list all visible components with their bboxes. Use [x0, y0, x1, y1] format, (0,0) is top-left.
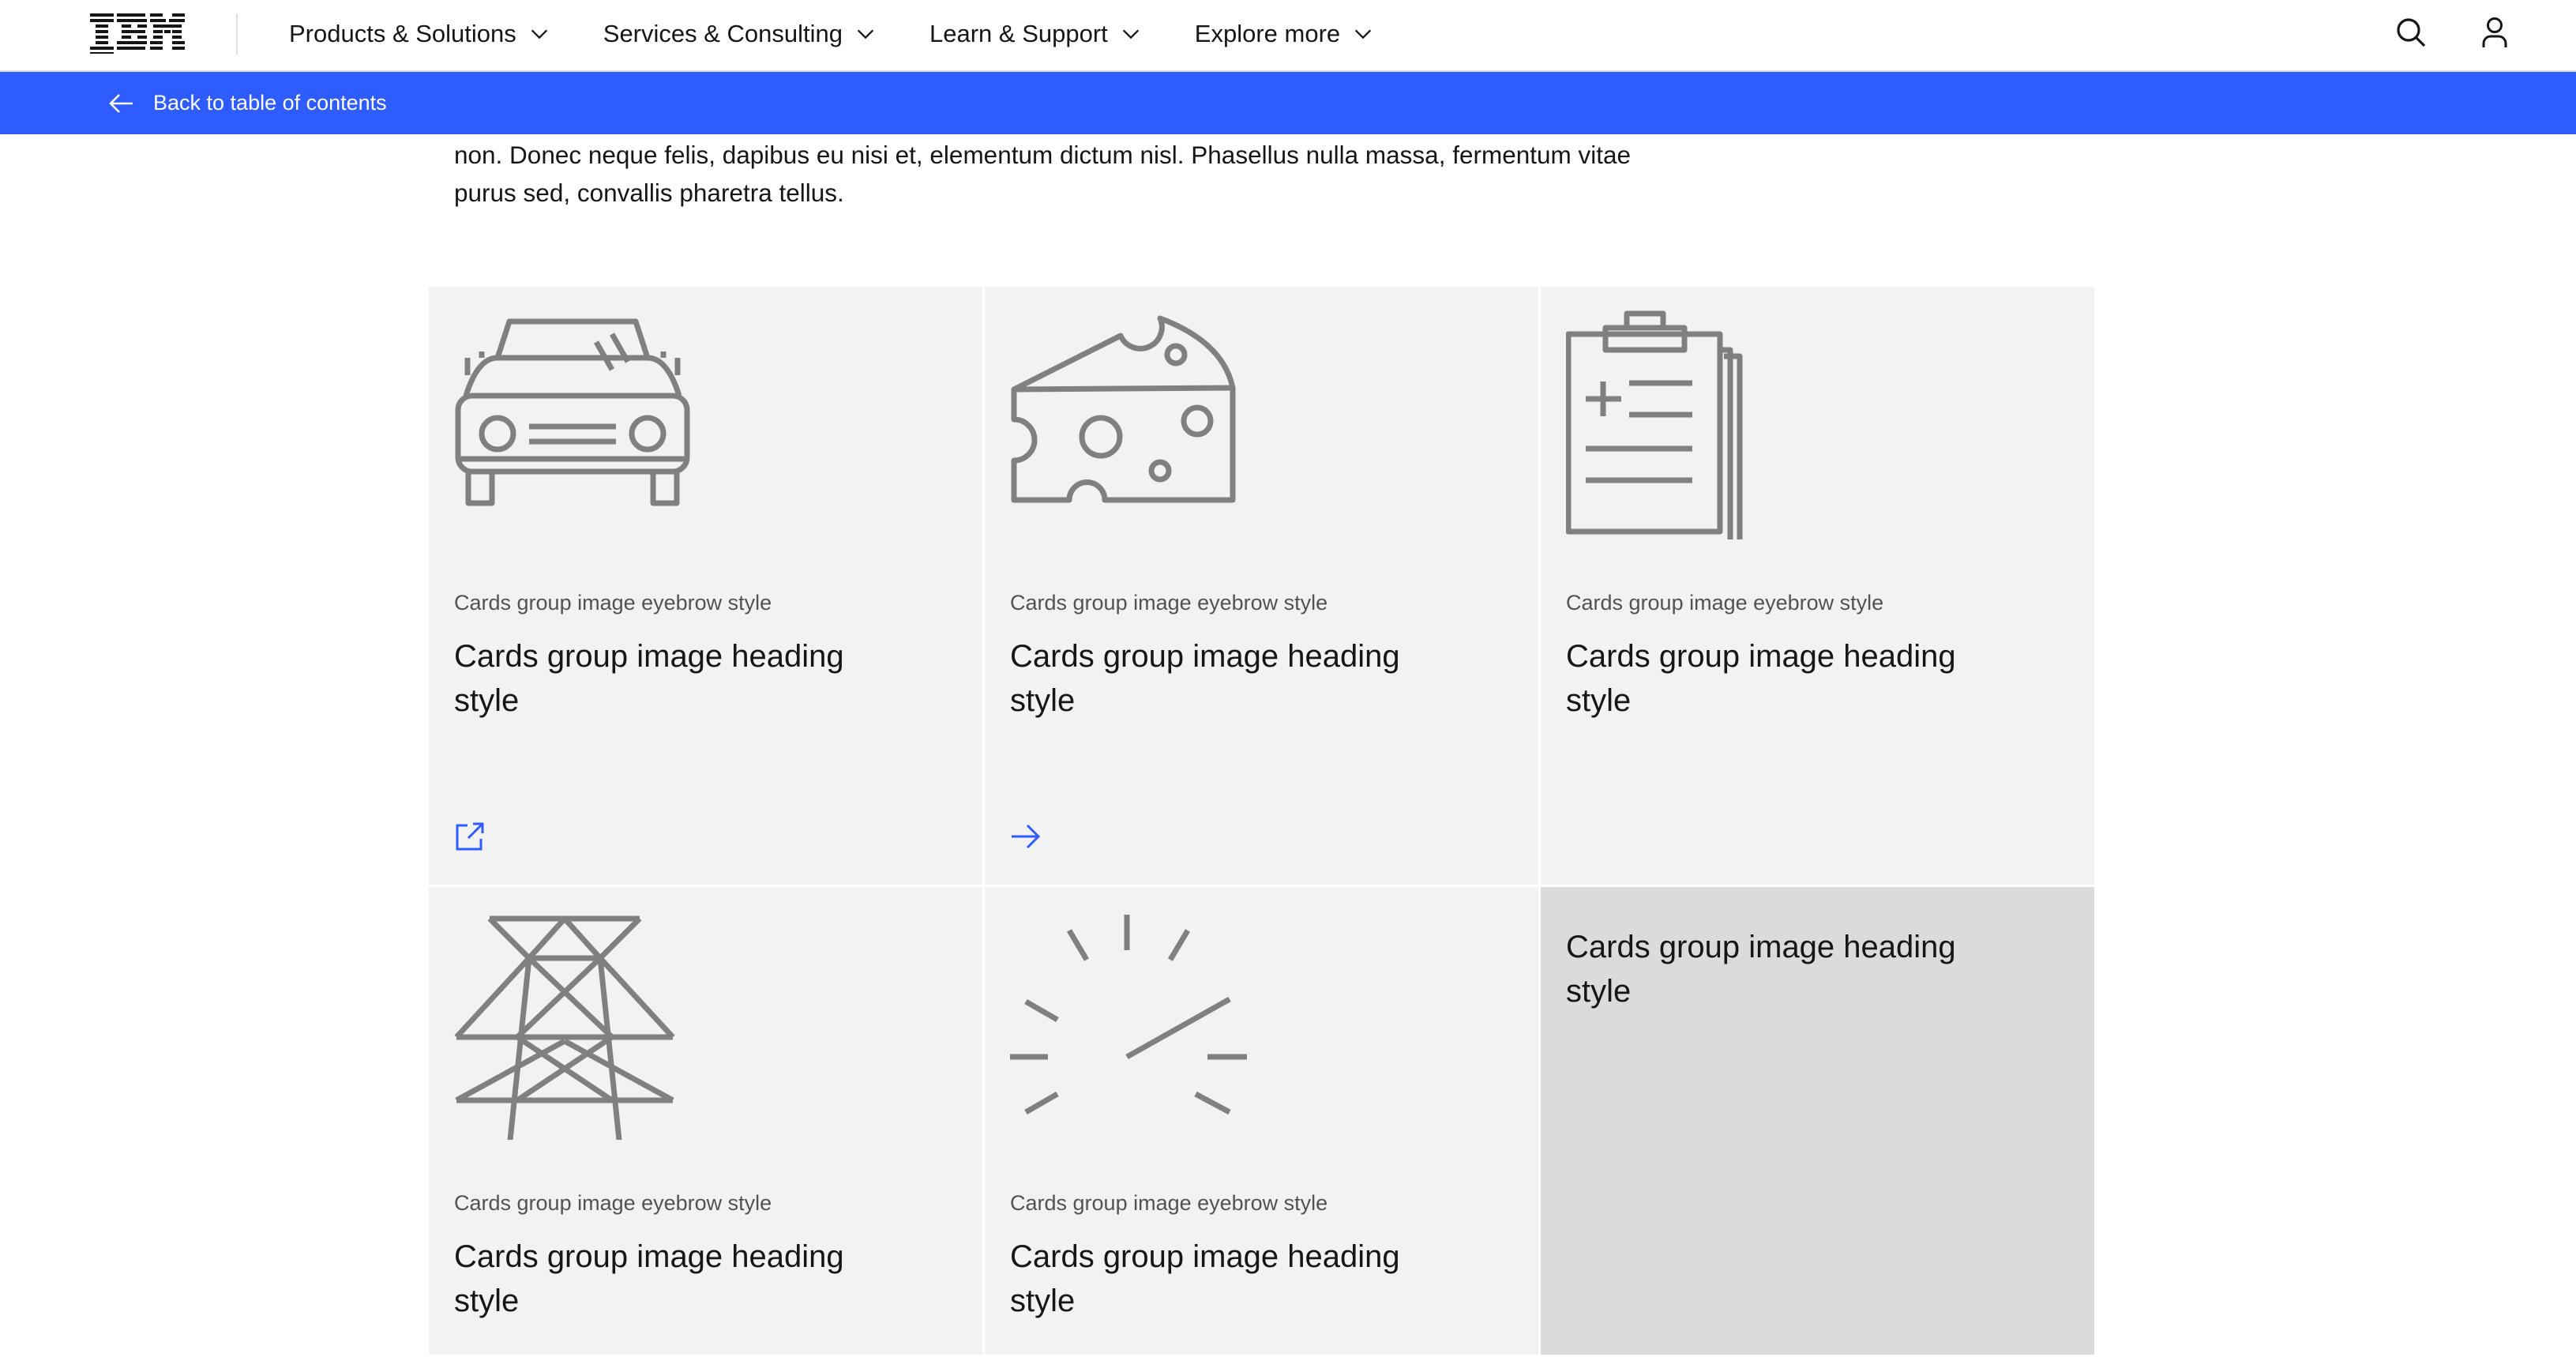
arrow-left-icon [109, 93, 133, 113]
launch-icon [456, 822, 484, 851]
search-icon [2397, 18, 2426, 47]
search-button[interactable] [2393, 14, 2431, 52]
table-of-contents-bar: Back to table of contents [0, 72, 2576, 134]
nav-item-label: Explore more [1194, 20, 1341, 47]
nav-item-learn[interactable]: Learn & Support [929, 20, 1143, 48]
card-heading: Cards group image heading style [1010, 639, 1400, 718]
nav-item-label: Products & Solutions [289, 20, 516, 47]
card-cheese[interactable]: Cards group image eyebrow style Cards gr… [985, 287, 1541, 887]
main-nav: Products & Solutions Services & Consulti… [289, 0, 1427, 68]
car-icon [455, 318, 690, 506]
card-heading: Cards group image heading style [1566, 930, 1956, 1009]
nav-item-services[interactable]: Services & Consulting [603, 20, 877, 48]
user-profile-button[interactable] [2476, 14, 2514, 52]
chevron-down-icon [1354, 29, 1372, 39]
intro-paragraph: non. Donec neque felis, dapibus eu nisi … [454, 141, 1632, 207]
card-eyebrow: Cards group image eyebrow style [1010, 1191, 1328, 1215]
nav-item-products[interactable]: Products & Solutions [289, 20, 551, 48]
card-image [1010, 310, 1247, 539]
card-eyebrow: Cards group image eyebrow style [454, 591, 772, 615]
cards-group: Cards group image eyebrow style Cards gr… [429, 287, 2097, 1357]
clipboard-icon [1565, 310, 1743, 551]
card-sparkle[interactable]: Cards group image eyebrow style Cards gr… [985, 887, 1541, 1357]
cheese-icon [1011, 315, 1236, 503]
sparkle-icon [1010, 915, 1247, 1115]
card-heading: Cards group image heading style [454, 1239, 844, 1318]
user-icon [2482, 17, 2507, 47]
card-heading: Cards group image heading style [1010, 1239, 1400, 1318]
power-tower-icon [454, 915, 675, 1148]
card-external-link[interactable] [454, 821, 486, 852]
ibm-logo[interactable] [90, 11, 185, 54]
nav-item-label: Services & Consulting [603, 20, 843, 47]
masthead: Products & Solutions Services & Consulti… [0, 0, 2576, 72]
card-heading-only[interactable]: Cards group image heading style [1541, 887, 2097, 1357]
nav-item-explore[interactable]: Explore more [1195, 20, 1375, 48]
card-heading: Cards group image heading style [1566, 639, 1956, 718]
card-image [1010, 911, 1247, 1140]
chevron-down-icon [1122, 29, 1139, 39]
card-eyebrow: Cards group image eyebrow style [1566, 591, 1884, 615]
card-eyebrow: Cards group image eyebrow style [454, 1191, 772, 1215]
card-power-tower[interactable]: Cards group image eyebrow style Cards gr… [429, 887, 985, 1357]
ibm-logo-icon [90, 13, 185, 54]
card-heading: Cards group image heading style [454, 639, 844, 718]
card-arrow-link[interactable] [1010, 821, 1042, 852]
card-image [454, 911, 691, 1148]
card-car[interactable]: Cards group image eyebrow style Cards gr… [429, 287, 985, 887]
arrow-right-icon [1012, 824, 1041, 849]
card-image [1565, 310, 1803, 551]
logo-divider [236, 13, 238, 55]
back-to-toc-link[interactable]: Back to table of contents [107, 72, 387, 134]
back-to-toc-label: Back to table of contents [153, 91, 387, 115]
nav-item-label: Learn & Support [929, 20, 1108, 47]
chevron-down-icon [857, 29, 874, 39]
chevron-down-icon [531, 29, 547, 39]
card-clipboard[interactable]: Cards group image eyebrow style Cards gr… [1541, 287, 2097, 887]
card-image [454, 310, 691, 539]
card-eyebrow: Cards group image eyebrow style [1010, 591, 1328, 615]
